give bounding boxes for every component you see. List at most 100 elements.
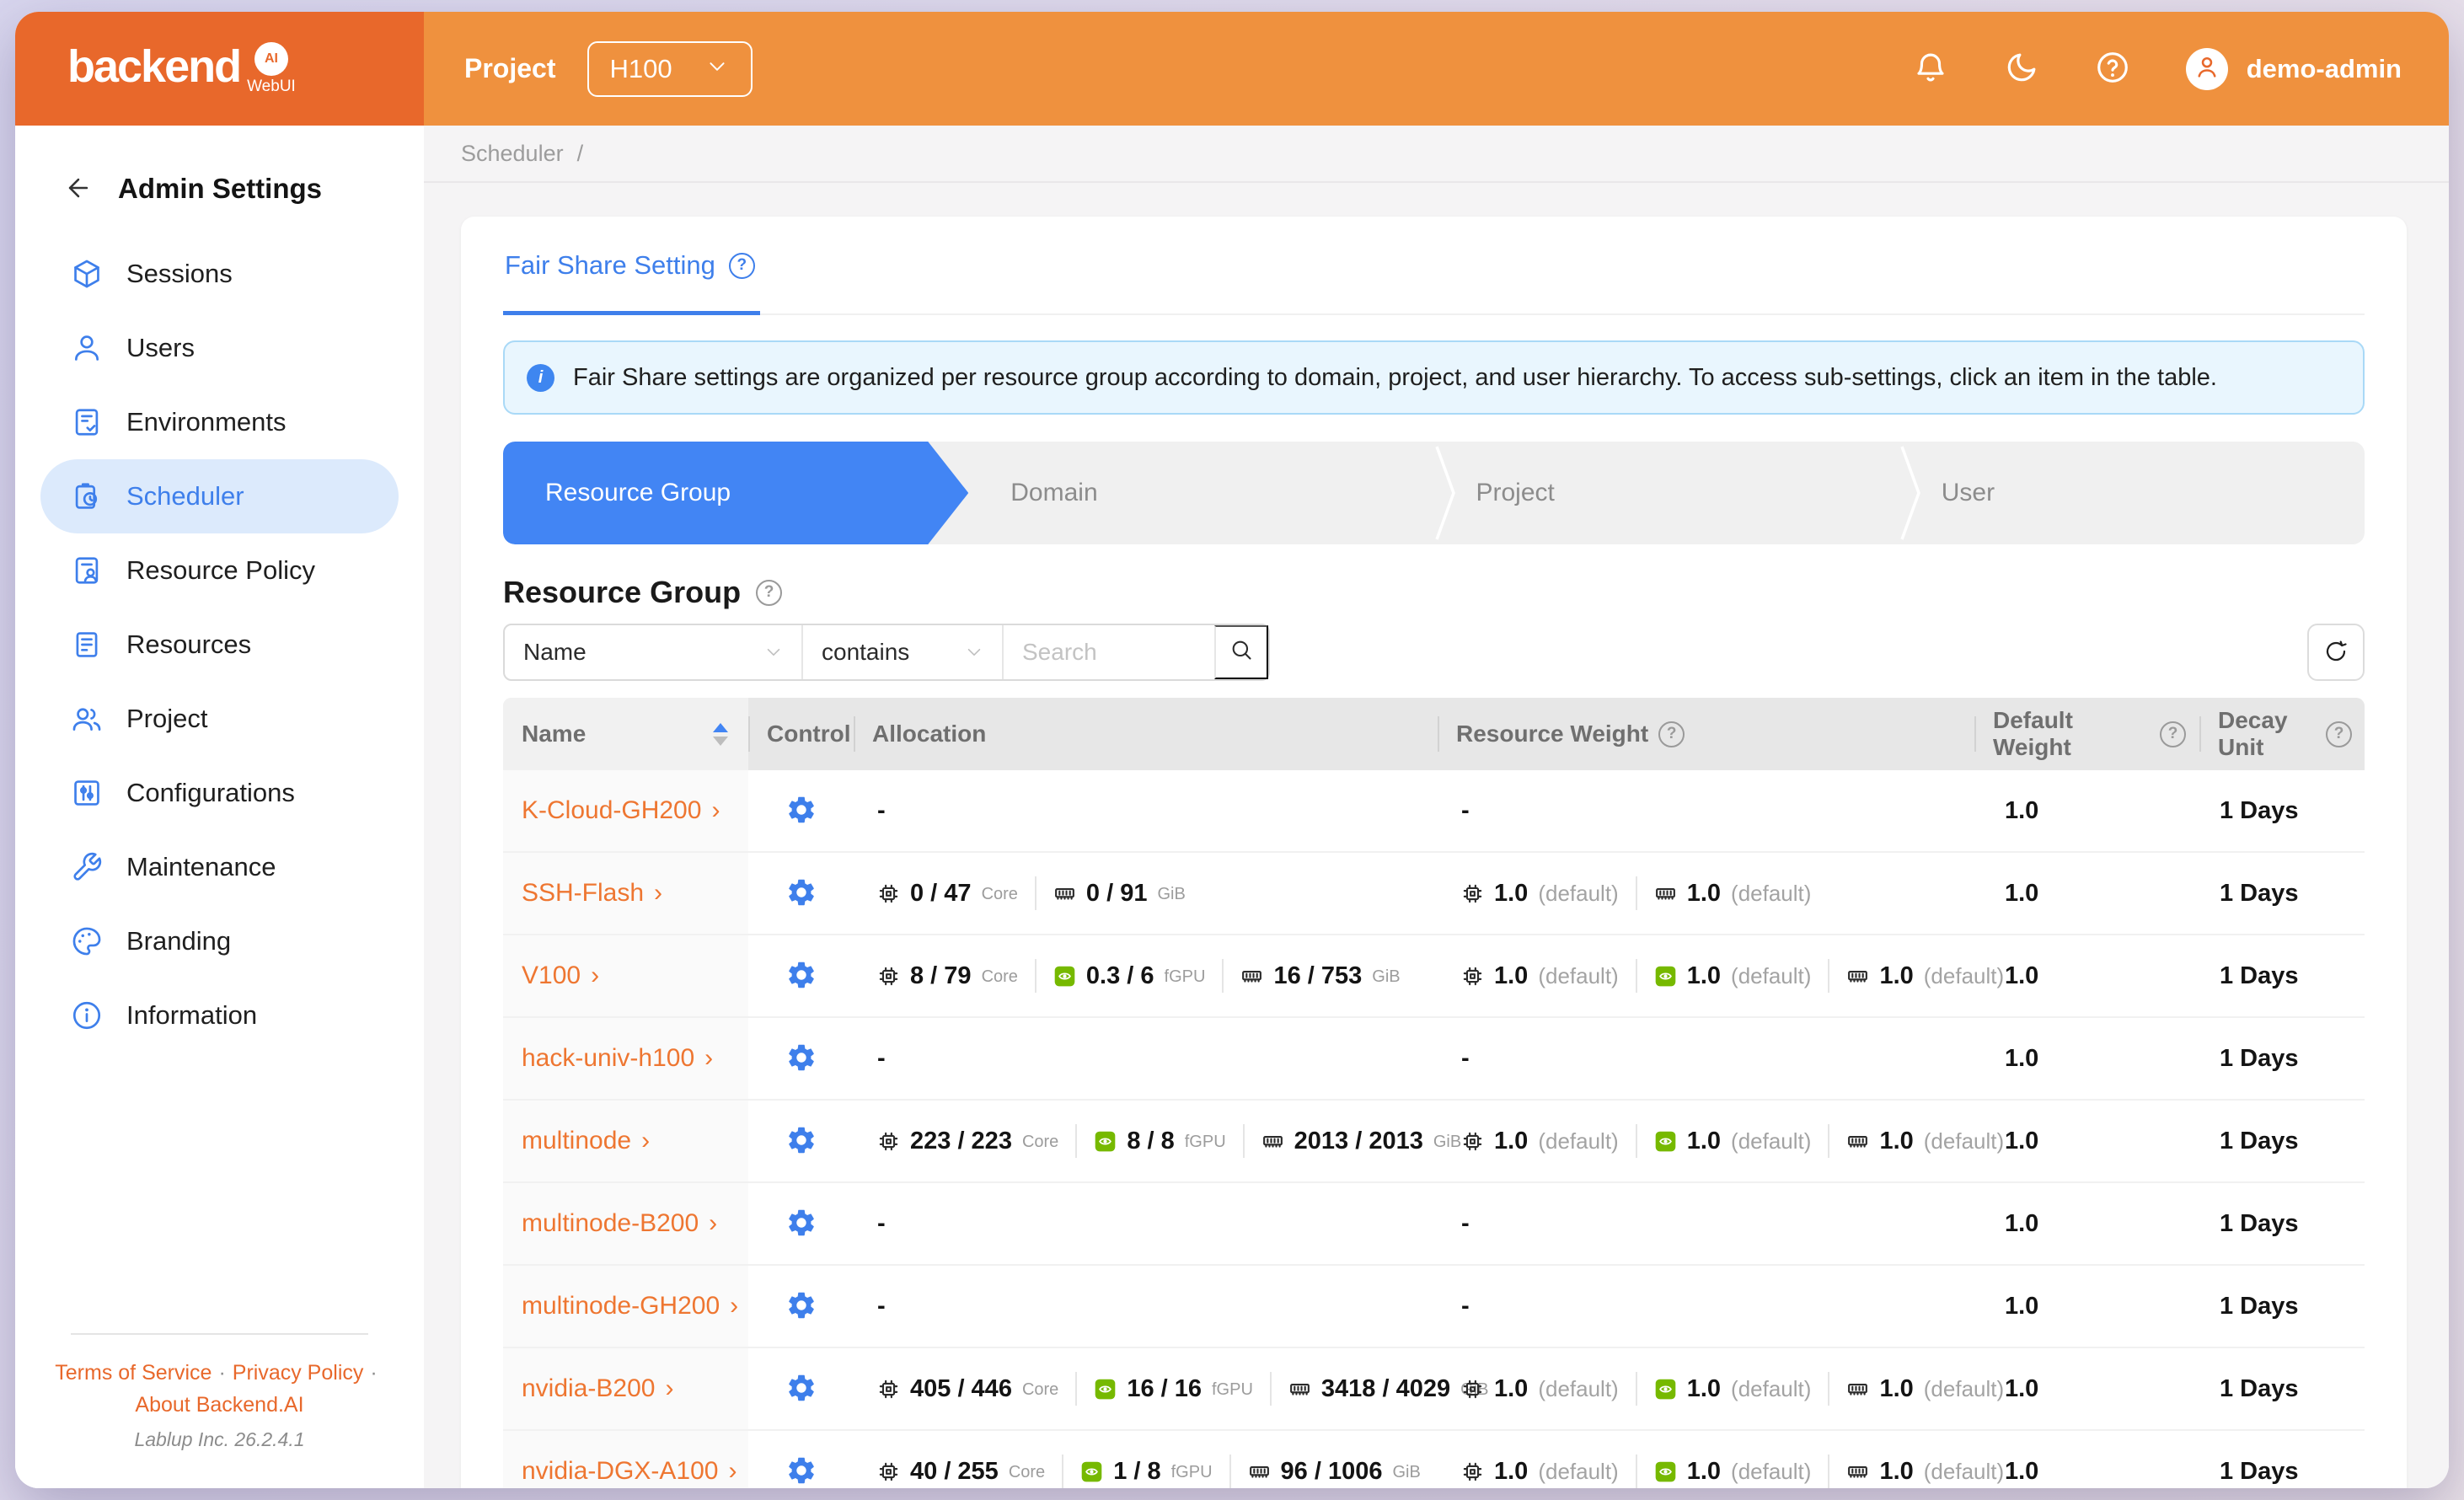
company-version-label: Lablup Inc. 26.2.4.1 <box>134 1428 305 1450</box>
sidebar-item-resources[interactable]: Resources <box>40 608 399 682</box>
search-button[interactable] <box>1214 625 1268 679</box>
resource-group-link[interactable]: multinode-B200 › <box>522 1209 717 1238</box>
column-header-name[interactable]: Name <box>503 698 748 770</box>
mem-chip: 2013 / 2013 GiB <box>1261 1128 1461 1155</box>
column-label: Decay Unit <box>2218 707 2288 760</box>
breadcrumb-scheduler[interactable]: Scheduler <box>461 141 564 167</box>
sidebar-item-project[interactable]: Project <box>40 682 399 756</box>
gpu-chip: 1.0 (default) <box>1654 1375 1811 1403</box>
step-domain[interactable]: Domain <box>968 442 1433 544</box>
gpu-chip: 1 / 8 fGPU <box>1080 1457 1213 1486</box>
allocation-cell: - <box>854 1018 1438 1099</box>
resource-group-link[interactable]: K-Cloud-GH200 › <box>522 796 720 825</box>
resource-group-link[interactable]: multinode-GH200 › <box>522 1292 738 1321</box>
ram-icon <box>1288 1378 1311 1401</box>
resource-group-link[interactable]: nvidia-DGX-A100 › <box>522 1457 737 1486</box>
gpu-icon <box>1080 1460 1103 1483</box>
step-resource-group[interactable]: Resource Group <box>503 442 968 544</box>
sidebar-item-branding[interactable]: Branding <box>40 904 399 978</box>
row-settings-button[interactable] <box>785 876 817 911</box>
clipboard-clock-icon <box>71 480 103 512</box>
gear-icon <box>785 794 817 828</box>
decay-unit-cell: 1 Days <box>2220 1127 2299 1154</box>
row-settings-button[interactable] <box>785 794 817 828</box>
privacy-policy-link[interactable]: Privacy Policy <box>233 1361 364 1385</box>
theme-toggle-button[interactable] <box>2004 50 2039 88</box>
table-row: K-Cloud-GH200 › - - 1.0 1 Days <box>503 770 2365 853</box>
mem-value: 3418 / 4029 <box>1320 1374 1451 1402</box>
mem-chip: 96 / 1006 GiB <box>1248 1458 1421 1486</box>
filter-field-select[interactable]: Name <box>505 625 801 679</box>
cpu-value: 405 / 446 <box>910 1374 1012 1402</box>
sidebar-item-configurations[interactable]: Configurations <box>40 756 399 830</box>
chip-divider <box>1075 1124 1078 1158</box>
help-button[interactable] <box>2095 50 2130 88</box>
sidebar-item-resource-policy[interactable]: Resource Policy <box>40 533 399 608</box>
empty-value: - <box>877 1209 886 1237</box>
resource-group-link[interactable]: multinode › <box>522 1127 650 1155</box>
chevron-right-icon: › <box>711 796 720 824</box>
control-cell <box>748 770 854 851</box>
sidebar-item-environments[interactable]: Environments <box>40 385 399 459</box>
notifications-button[interactable] <box>1913 50 1948 88</box>
resource-group-link[interactable]: V100 › <box>522 962 599 990</box>
step-user[interactable]: User <box>1899 442 2365 544</box>
project-select[interactable]: H100 <box>587 40 753 97</box>
step-label: User <box>1941 479 1995 506</box>
sidebar-item-sessions[interactable]: Sessions <box>40 237 399 311</box>
gpu-icon <box>1654 1460 1677 1483</box>
row-settings-button[interactable] <box>785 1372 817 1406</box>
allocation-cell: 40 / 255 Core 1 / 8 fGPU 96 / 1006 GiB <box>854 1431 1438 1488</box>
resource-group-link[interactable]: SSH-Flash › <box>522 879 662 908</box>
sort-icon[interactable] <box>713 722 728 746</box>
gpu-value: 1 / 8 <box>1113 1457 1161 1485</box>
hierarchy-stepper: Resource Group Domain Project User <box>503 442 2365 544</box>
terms-of-service-link[interactable]: Terms of Service <box>55 1361 212 1385</box>
sidebar-item-scheduler[interactable]: Scheduler <box>40 459 399 533</box>
resource-group-name: multinode-GH200 <box>522 1292 720 1320</box>
step-label: Project <box>1476 479 1555 506</box>
tab-fair-share-setting[interactable]: Fair Share Setting ? <box>503 250 760 315</box>
resource-group-name: hack-univ-h100 <box>522 1044 695 1072</box>
filter-operator-select[interactable]: contains <box>801 625 1002 679</box>
row-settings-button[interactable] <box>785 1124 817 1159</box>
cpu-unit: Core <box>981 967 1018 986</box>
cpu-default-note: (default) <box>1538 962 1619 988</box>
sidebar-item-label: Scheduler <box>126 481 244 511</box>
cpu-chip: 1.0 (default) <box>1461 1375 1619 1403</box>
column-help-icon[interactable]: ? <box>2160 721 2186 747</box>
row-settings-button[interactable] <box>785 1454 817 1489</box>
resource-group-link[interactable]: nvidia-B200 › <box>522 1374 673 1403</box>
step-project[interactable]: Project <box>1434 442 1899 544</box>
cpu-default-note: (default) <box>1538 1375 1619 1401</box>
search-input[interactable] <box>1004 625 1214 679</box>
row-settings-button[interactable] <box>785 1042 817 1076</box>
sidebar-body: Admin Settings Sessions Users Environments… <box>15 126 424 1488</box>
column-help-icon[interactable]: ? <box>1658 721 1685 747</box>
sidebar: backend AI WebUI Admin Settings Sessions… <box>15 12 424 1488</box>
column-header-control: Control <box>748 698 854 770</box>
row-settings-button[interactable] <box>785 959 817 994</box>
refresh-button[interactable] <box>2307 624 2365 681</box>
sidebar-item-users[interactable]: Users <box>40 311 399 385</box>
chip-divider <box>1269 1372 1272 1406</box>
cpu-value: 0 / 47 <box>910 879 972 907</box>
chevron-down-icon <box>706 54 728 84</box>
avatar <box>2185 47 2228 90</box>
user-menu[interactable]: demo-admin <box>2185 47 2402 90</box>
search-filter: Name contains <box>503 624 1270 681</box>
row-settings-button[interactable] <box>785 1289 817 1324</box>
resource-group-link[interactable]: hack-univ-h100 › <box>522 1044 713 1073</box>
sidebar-item-information[interactable]: Information <box>40 978 399 1053</box>
cpu-chip: 40 / 255 Core <box>877 1458 1045 1486</box>
column-label: Name <box>522 721 587 747</box>
section-help-icon[interactable]: ? <box>756 579 783 606</box>
sidebar-item-maintenance[interactable]: Maintenance <box>40 830 399 904</box>
back-button[interactable] <box>64 174 93 205</box>
resource-weight-cell: 1.0 (default) 1.0 (default) 1.0 (default) <box>1438 935 2004 1016</box>
row-settings-button[interactable] <box>785 1207 817 1241</box>
about-backendai-link[interactable]: About Backend.AI <box>135 1393 303 1417</box>
cpu-value: 1.0 <box>1494 962 1529 989</box>
column-help-icon[interactable]: ? <box>2326 721 2352 747</box>
tab-help-icon[interactable]: ? <box>728 252 755 279</box>
